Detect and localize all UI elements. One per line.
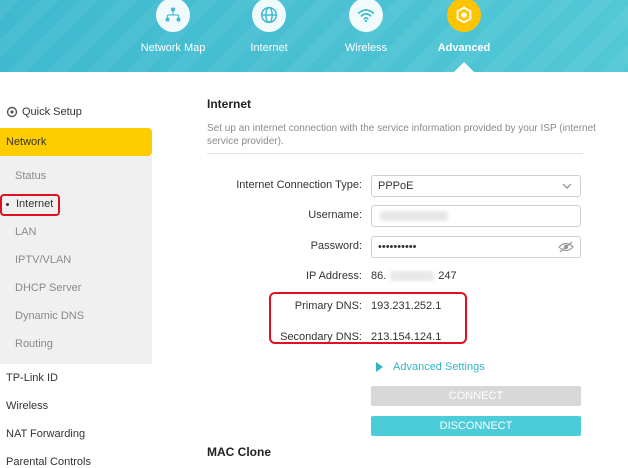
connection-type-select[interactable]: PPPoE [371, 175, 581, 197]
divider [207, 153, 583, 154]
mac-clone-title: MAC Clone [207, 445, 271, 459]
sidebar-item-label: Quick Setup [22, 106, 82, 118]
top-navigation-bar: Network Map Internet Wireless Advanced [0, 0, 628, 72]
gear-icon [447, 0, 481, 32]
ip-suffix: 247 [438, 270, 457, 282]
redacted-ip [390, 271, 435, 282]
nav-label: Network Map [140, 42, 206, 54]
highlight-box [0, 194, 60, 216]
sidebar-item-network[interactable]: Network [0, 128, 152, 156]
expand-triangle-icon [376, 362, 383, 372]
ip-address-value: 86. 247 [371, 270, 457, 282]
password-label: Password: [310, 240, 362, 252]
sidebar-item-status[interactable]: Status [15, 170, 46, 182]
nav-wireless[interactable]: Wireless [311, 0, 421, 54]
dns-highlight-box [269, 292, 467, 344]
wifi-icon [349, 0, 383, 32]
advanced-settings-link[interactable]: Advanced Settings [376, 361, 485, 373]
sidebar-item-dynamic-dns[interactable]: Dynamic DNS [15, 310, 84, 322]
nav-label: Wireless [344, 42, 388, 54]
sidebar-item-dhcp-server[interactable]: DHCP Server [15, 282, 81, 294]
username-field[interactable] [371, 205, 581, 227]
ip-address-label: IP Address: [305, 270, 362, 282]
sidebar-item-wireless[interactable]: Wireless [6, 400, 48, 412]
network-submenu: Status Internet LAN IPTV/VLAN DHCP Serve… [0, 156, 152, 364]
nav-internet[interactable]: Internet [214, 0, 324, 54]
sidebar-item-iptv-vlan[interactable]: IPTV/VLAN [15, 254, 71, 266]
redacted-username [380, 211, 448, 221]
sidebar-item-parental-controls[interactable]: Parental Controls [6, 456, 91, 468]
section-description: Set up an internet connection with the s… [207, 123, 596, 147]
main-content: Internet Set up an internet connection w… [152, 72, 628, 465]
nav-label: Internet [250, 42, 288, 54]
settings-icon [6, 106, 18, 118]
connection-type-label: Internet Connection Type: [236, 179, 362, 191]
nav-network-map[interactable]: Network Map [118, 0, 228, 54]
password-field[interactable]: •••••••••• [371, 236, 581, 258]
nav-label: Advanced [437, 42, 491, 54]
chevron-down-icon [562, 183, 572, 189]
eye-off-icon[interactable] [558, 241, 574, 253]
username-label: Username: [308, 209, 362, 221]
sidebar: Quick Setup Network Status Internet LAN … [0, 72, 152, 468]
connect-button[interactable]: CONNECT [371, 386, 581, 406]
active-nav-caret [454, 62, 474, 72]
sidebar-item-routing[interactable]: Routing [15, 338, 53, 350]
advanced-settings-label: Advanced Settings [393, 361, 485, 373]
connection-type-value: PPPoE [378, 180, 414, 192]
globe-icon [252, 0, 286, 32]
network-map-icon [156, 0, 190, 32]
page-title: Internet [207, 97, 252, 111]
sidebar-item-nat-forwarding[interactable]: NAT Forwarding [6, 428, 85, 440]
password-value: •••••••••• [378, 241, 417, 253]
nav-advanced[interactable]: Advanced [409, 0, 519, 54]
disconnect-button[interactable]: DISCONNECT [371, 416, 581, 436]
sidebar-item-lan[interactable]: LAN [15, 226, 36, 238]
sidebar-item-quick-setup[interactable]: Quick Setup [6, 106, 82, 118]
sidebar-item-tp-link-id[interactable]: TP-Link ID [6, 372, 58, 384]
ip-prefix: 86. [371, 270, 387, 282]
